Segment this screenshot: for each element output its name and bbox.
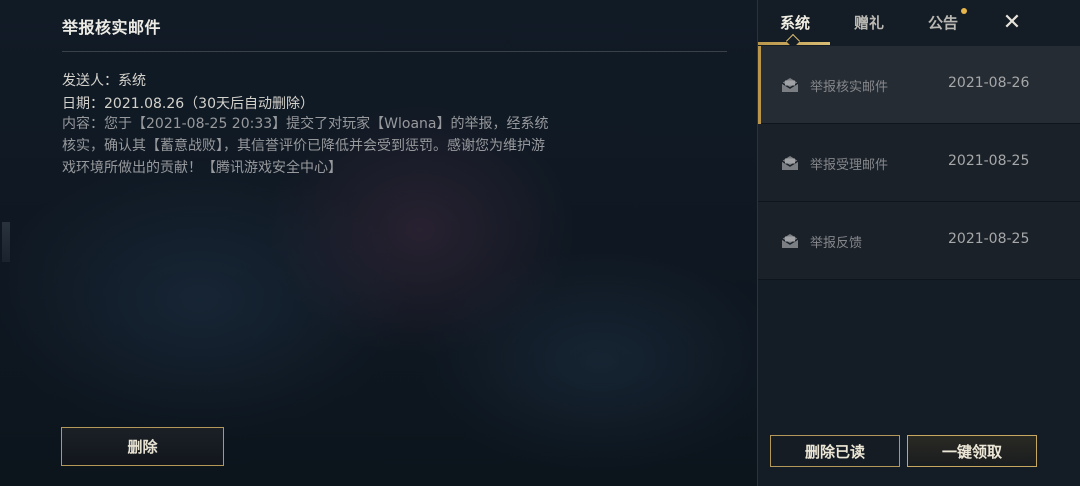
mail-date: 日期：2021.08.26（30天后自动删除） — [62, 96, 314, 112]
mail-envelope-icon — [781, 77, 799, 93]
claim-all-button[interactable]: 一键领取 — [907, 435, 1037, 467]
mail-envelope-icon — [781, 155, 799, 171]
tab-gift[interactable]: 赠礼 — [854, 12, 884, 33]
mail-list-date: 2021-08-25 — [948, 153, 1030, 169]
mail-list: 举报核实邮件 2021-08-26 举报受理邮件 2021-08-25 举报反馈… — [758, 46, 1080, 280]
side-watermark — [2, 222, 10, 262]
notification-dot — [961, 8, 967, 14]
mail-list-name: 举报受理邮件 — [810, 158, 889, 173]
mail-list-date: 2021-08-25 — [948, 231, 1030, 247]
mail-list-item[interactable]: 举报受理邮件 2021-08-25 — [758, 124, 1080, 202]
tab-notice[interactable]: 公告 — [928, 12, 958, 33]
mail-list-item[interactable]: 举报核实邮件 2021-08-26 — [758, 46, 1080, 124]
mail-sender: 发送人：系统 — [62, 73, 146, 89]
mail-list-date: 2021-08-26 — [948, 75, 1030, 91]
mail-list-item[interactable]: 举报反馈 2021-08-25 — [758, 202, 1080, 280]
tab-system[interactable]: 系统 — [780, 12, 810, 33]
mail-content: 内容：您于【2021-08-25 20:33】提交了对玩家【Wloana】的举报… — [62, 116, 549, 176]
mail-list-name: 举报反馈 — [810, 236, 863, 251]
tab-bar: 系统 赠礼 公告 ✕ — [758, 0, 1080, 49]
mail-panel: 系统 赠礼 公告 ✕ 举报核实邮件 2021-08-26 举报受理邮件 2021… — [757, 0, 1080, 486]
close-icon[interactable]: ✕ — [1000, 8, 1024, 36]
mail-list-name: 举报核实邮件 — [810, 80, 889, 95]
delete-read-button[interactable]: 删除已读 — [770, 435, 900, 467]
delete-button[interactable]: 删除 — [61, 427, 224, 466]
title-divider — [62, 51, 727, 52]
mail-envelope-icon — [781, 233, 799, 249]
mail-title: 举报核实邮件 — [62, 18, 162, 37]
